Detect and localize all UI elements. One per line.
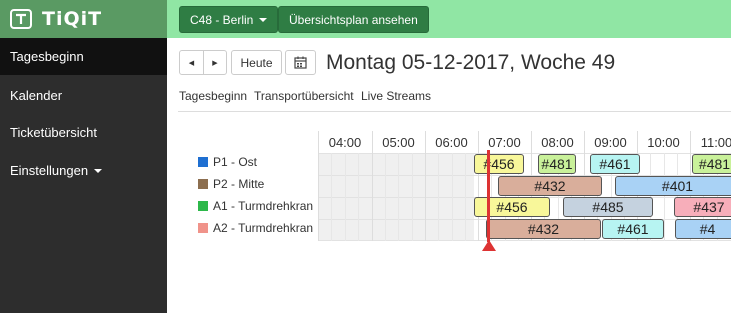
quarter-divider (664, 153, 665, 241)
row-divider (318, 153, 731, 154)
resource-color-swatch (198, 157, 208, 167)
booking-block[interactable]: #481 (538, 154, 576, 174)
resource-label: A2 - Turmdrehkran (213, 221, 314, 235)
site-dropdown-button[interactable]: C48 - Berlin (179, 6, 279, 33)
booking-block[interactable]: #432 (486, 219, 601, 239)
quarter-divider (358, 153, 359, 241)
quarter-divider (398, 153, 399, 241)
hour-label: 06:00 (435, 134, 468, 150)
booking-block[interactable]: #481 (692, 154, 731, 174)
next-day-button[interactable]: ▶ (203, 50, 227, 75)
hour-label: 10:00 (647, 134, 680, 150)
booking-block[interactable]: #456 (474, 154, 524, 174)
booking-block[interactable]: #485 (563, 197, 653, 217)
quarter-divider (412, 153, 413, 241)
quarter-divider (345, 153, 346, 241)
resource-color-swatch (198, 179, 208, 189)
resource-row-label: A2 - Turmdrehkran (198, 217, 313, 239)
sidebar-item-ticketuebersicht[interactable]: Ticketübersicht (0, 114, 167, 151)
hour-label: 08:00 (541, 134, 574, 150)
quarter-divider (465, 153, 466, 241)
quarter-divider (331, 153, 332, 241)
hour-label: 07:00 (488, 134, 521, 150)
top-bar: C48 - Berlin Übersichtsplan ansehen (167, 0, 731, 38)
booking-block[interactable]: #461 (602, 219, 664, 239)
quarter-divider (385, 153, 386, 241)
booking-block[interactable]: #401 (615, 176, 731, 196)
overview-plan-label: Übersichtsplan ansehen (289, 12, 418, 27)
hour-label: 09:00 (594, 134, 627, 150)
booking-block[interactable]: #456 (474, 197, 550, 217)
timeline-grid[interactable]: 04:00 05:00 06:00 07:00 08:00 09:00 10:0… (318, 131, 731, 241)
resource-row-label: A1 - Turmdrehkran (198, 195, 313, 217)
tab-transportuebersicht[interactable]: Transportübersicht (254, 89, 354, 103)
sidebar-item-label: Ticketübersicht (10, 125, 97, 140)
today-label: Heute (240, 55, 273, 70)
logo-bar[interactable]: TiQiT (0, 0, 167, 38)
calendar-button[interactable] (285, 50, 316, 75)
resource-color-swatch (198, 223, 208, 233)
sidebar-item-label: Einstellungen (10, 163, 89, 178)
hour-label: 04:00 (328, 134, 362, 150)
hour-label: 11:00 (700, 134, 731, 150)
sidebar-item-tagesbeginn[interactable]: Tagesbeginn (0, 38, 167, 75)
chevron-right-icon: ▶ (212, 59, 218, 67)
booking-block[interactable]: #437 (674, 197, 731, 217)
calendar-icon (294, 56, 307, 69)
sidebar-item-label: Kalender (10, 88, 63, 103)
row-divider (318, 240, 731, 241)
sidebar-item-kalender[interactable]: Kalender (0, 77, 167, 114)
booking-block[interactable]: #4 (675, 219, 731, 239)
current-time-line (487, 150, 490, 242)
resource-label: A1 - Turmdrehkran (213, 199, 314, 213)
chevron-left-icon: ◀ (188, 59, 195, 67)
site-dropdown-label: C48 - Berlin (190, 12, 254, 27)
today-button[interactable]: Heute (231, 50, 282, 75)
booking-block[interactable]: #432 (498, 176, 602, 196)
sidebar: TiQiT Tagesbeginn Kalender Ticketübersic… (0, 0, 167, 313)
sidebar-item-einstellungen[interactable]: Einstellungen (0, 152, 167, 189)
tab-tagesbeginn[interactable]: Tagesbeginn (179, 89, 247, 103)
quarter-divider (438, 153, 439, 241)
tab-divider (178, 111, 731, 112)
hour-label: 05:00 (382, 134, 415, 150)
sidebar-item-label: Tagesbeginn (10, 49, 84, 64)
chevron-down-icon (259, 17, 268, 22)
resource-row-label: P2 - Mitte (198, 173, 264, 195)
prev-day-button[interactable]: ◀ (179, 50, 204, 75)
chevron-down-icon (94, 168, 103, 173)
quarter-divider (452, 153, 453, 241)
current-time-marker-icon[interactable] (482, 240, 496, 251)
resource-label: P2 - Mitte (213, 177, 265, 191)
page-title: Montag 05-12-2017, Woche 49 (326, 51, 616, 74)
ticket-logo-icon (10, 9, 32, 29)
tab-live-streams[interactable]: Live Streams (361, 89, 431, 103)
resource-row-label: P1 - Ost (198, 151, 257, 173)
app-title: TiQiT (42, 8, 103, 30)
booking-block[interactable]: #461 (590, 154, 640, 174)
resource-color-swatch (198, 201, 208, 211)
resource-label: P1 - Ost (213, 155, 258, 169)
overview-plan-button[interactable]: Übersichtsplan ansehen (278, 6, 429, 33)
